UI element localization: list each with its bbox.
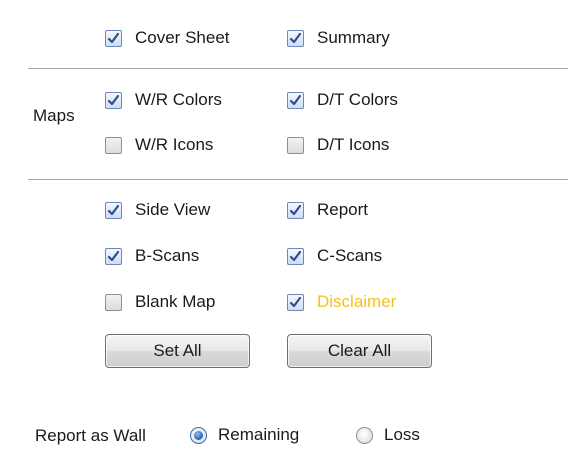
check-mark-icon xyxy=(289,296,302,307)
summary-label: Summary xyxy=(317,28,390,47)
check-mark-icon xyxy=(289,204,302,215)
cover-sheet-label: Cover Sheet xyxy=(135,28,230,47)
b-scans-checkbox[interactable]: B-Scans xyxy=(105,243,199,269)
side-view-label: Side View xyxy=(135,200,211,219)
clear-all-button[interactable]: Clear All xyxy=(287,334,432,368)
checkbox-box[interactable] xyxy=(105,29,122,47)
checkbox-box[interactable] xyxy=(287,29,304,47)
wr-colors-checkbox[interactable]: W/R Colors xyxy=(105,87,222,113)
loss-radio[interactable]: Loss xyxy=(356,422,420,448)
checkbox-box[interactable] xyxy=(105,91,122,109)
dt-icons-label: D/T Icons xyxy=(317,135,390,154)
dt-colors-checkbox[interactable]: D/T Colors xyxy=(287,87,398,113)
wr-icons-checkbox[interactable]: W/R Icons xyxy=(105,132,213,158)
report-label: Report xyxy=(317,200,369,219)
radio-button[interactable] xyxy=(190,426,207,444)
blank-map-label: Blank Map xyxy=(135,292,216,311)
section-divider xyxy=(28,179,568,180)
c-scans-checkbox[interactable]: C-Scans xyxy=(287,243,382,269)
disclaimer-checkbox[interactable]: Disclaimer xyxy=(287,289,396,315)
checkbox-box[interactable] xyxy=(287,201,304,219)
remaining-label: Remaining xyxy=(218,425,300,444)
report-options-panel: Cover Sheet Summary Maps W/R Colors D/T … xyxy=(0,0,576,459)
wr-colors-label: W/R Colors xyxy=(135,90,222,109)
loss-label: Loss xyxy=(384,425,420,444)
wr-icons-label: W/R Icons xyxy=(135,135,214,154)
disclaimer-label: Disclaimer xyxy=(317,292,397,311)
checkbox-box[interactable] xyxy=(105,136,122,154)
maps-section-label: Maps xyxy=(33,106,75,125)
checkbox-box[interactable] xyxy=(105,247,122,265)
dt-colors-label: D/T Colors xyxy=(317,90,398,109)
checkbox-box[interactable] xyxy=(105,293,122,311)
radio-button[interactable] xyxy=(356,426,373,444)
cover-sheet-checkbox[interactable]: Cover Sheet xyxy=(105,25,230,51)
report-as-wall-label: Report as Wall xyxy=(35,426,146,445)
report-checkbox[interactable]: Report xyxy=(287,197,368,223)
check-mark-icon xyxy=(289,32,302,43)
check-mark-icon xyxy=(289,250,302,261)
checkbox-box[interactable] xyxy=(287,91,304,109)
check-mark-icon xyxy=(107,204,120,215)
remaining-radio[interactable]: Remaining xyxy=(190,422,299,448)
checkbox-box[interactable] xyxy=(287,247,304,265)
set-all-button[interactable]: Set All xyxy=(105,334,250,368)
b-scans-label: B-Scans xyxy=(135,246,200,265)
section-divider xyxy=(28,68,568,69)
dt-icons-checkbox[interactable]: D/T Icons xyxy=(287,132,389,158)
check-mark-icon xyxy=(289,94,302,105)
check-mark-icon xyxy=(107,32,120,43)
checkbox-box[interactable] xyxy=(105,201,122,219)
blank-map-checkbox[interactable]: Blank Map xyxy=(105,289,215,315)
radio-dot-icon xyxy=(194,430,203,440)
side-view-checkbox[interactable]: Side View xyxy=(105,197,210,223)
checkbox-box[interactable] xyxy=(287,136,304,154)
check-mark-icon xyxy=(107,250,120,261)
check-mark-icon xyxy=(107,94,120,105)
c-scans-label: C-Scans xyxy=(317,246,383,265)
summary-checkbox[interactable]: Summary xyxy=(287,25,390,51)
checkbox-box[interactable] xyxy=(287,293,304,311)
